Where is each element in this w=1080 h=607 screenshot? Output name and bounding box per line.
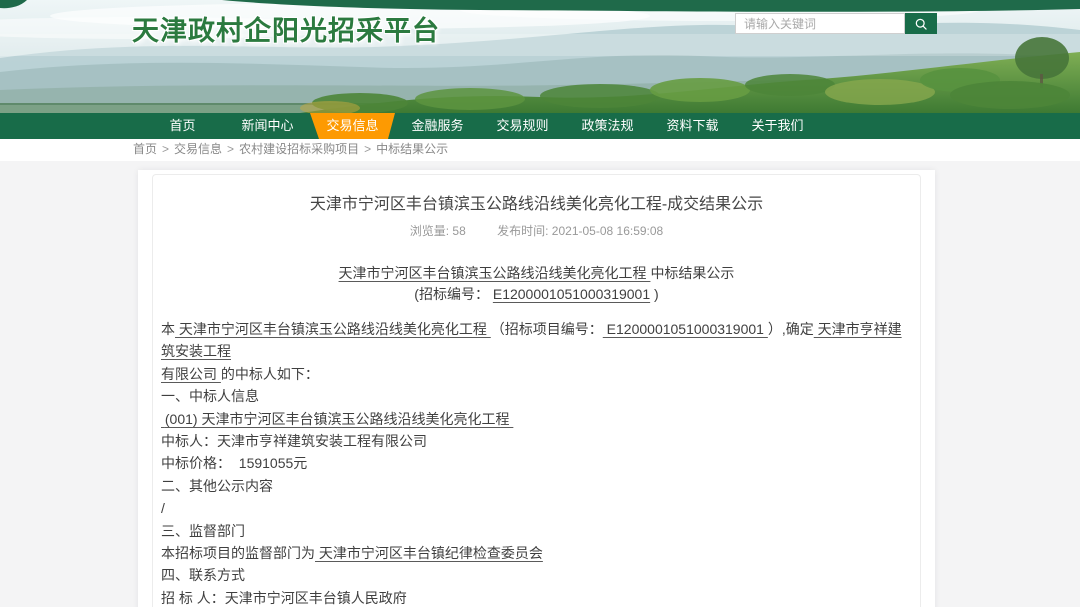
- text: 一、中标人信息: [161, 388, 259, 404]
- text: （招标项目编号：: [491, 321, 603, 337]
- article-meta: 浏览量: 58 发布时间: 2021-05-08 16:59:08: [161, 223, 912, 239]
- search-icon: [914, 17, 928, 31]
- text: 中标结果公示: [650, 265, 734, 281]
- publish-time: 发布时间: 2021-05-08 16:59:08: [497, 224, 663, 238]
- article-title: 天津市宁河区丰台镇滨玉公路线沿线美化亮化工程-成交结果公示: [161, 194, 912, 216]
- underlined-text: 天津市宁河区丰台镇滨玉公路线沿线美化亮化工程: [175, 321, 491, 337]
- nav-item-link[interactable]: 金融服务: [395, 113, 480, 139]
- article-line: 四、联系方式: [161, 564, 912, 586]
- article-subtitle: 天津市宁河区丰台镇滨玉公路线沿线美化亮化工程 中标结果公示(招标编号： E120…: [161, 263, 912, 305]
- article-inner-box: 天津市宁河区丰台镇滨玉公路线沿线美化亮化工程-成交结果公示 浏览量: 58 发布…: [152, 174, 921, 607]
- article-line: 本招标项目的监督部门为 天津市宁河区丰台镇纪律检查委员会: [161, 542, 912, 564]
- breadcrumb-item[interactable]: 首页: [133, 142, 157, 156]
- article-body: 本 天津市宁河区丰台镇滨玉公路线沿线美化亮化工程 （招标项目编号： E12000…: [161, 318, 912, 607]
- subtitle-line: 天津市宁河区丰台镇滨玉公路线沿线美化亮化工程 中标结果公示: [161, 263, 912, 284]
- nav-item-link[interactable]: 新闻中心: [225, 113, 310, 139]
- site-header: 天津政村企阳光招采平台: [0, 0, 1080, 113]
- underlined-text: 天津市宁河区丰台镇滨玉公路线沿线美化亮化工程: [339, 265, 651, 281]
- article-line: 招 标 人：天津市宁河区丰台镇人民政府: [161, 587, 912, 607]
- nav-item-link[interactable]: 政策法规: [565, 113, 650, 139]
- text: 招 标 人：天津市宁河区丰台镇人民政府: [161, 590, 407, 606]
- article-line: 有限公司 的中标人如下：: [161, 363, 912, 385]
- breadcrumb: 首页 > 交易信息 > 农村建设招标采购项目 > 中标结果公示: [0, 139, 1080, 161]
- nav-item-link[interactable]: 关于我们: [735, 113, 820, 139]
- underlined-text: E1200001051000319001: [493, 286, 650, 302]
- text: 三、监督部门: [161, 523, 245, 539]
- nav-item-active[interactable]: 交易信息: [310, 113, 395, 139]
- underlined-text: (001) 天津市宁河区丰台镇滨玉公路线沿线美化亮化工程: [161, 411, 513, 427]
- article-line: 中标价格： 1591055元: [161, 452, 912, 474]
- article-line: 中标人：天津市亨祥建筑安装工程有限公司: [161, 430, 912, 452]
- text: 本招标项目的监督部门为: [161, 545, 315, 561]
- breadcrumb-separator: >: [364, 142, 371, 156]
- breadcrumb-item[interactable]: 交易信息: [174, 142, 222, 156]
- underlined-text: 天津市宁河区丰台镇纪律检查委员会: [315, 545, 543, 561]
- search-button[interactable]: [905, 13, 937, 34]
- article-line: 一、中标人信息: [161, 385, 912, 407]
- text: ）,确定: [768, 321, 814, 337]
- breadcrumb-item[interactable]: 中标结果公示: [376, 142, 448, 156]
- article-line: 二、其他公示内容: [161, 475, 912, 497]
- text: (招标编号：: [414, 286, 493, 302]
- breadcrumb-item[interactable]: 农村建设招标采购项目: [239, 142, 359, 156]
- text: 中标人：天津市亨祥建筑安装工程有限公司: [161, 433, 427, 449]
- content-background: 天津市宁河区丰台镇滨玉公路线沿线美化亮化工程-成交结果公示 浏览量: 58 发布…: [0, 161, 1080, 607]
- underlined-text: E1200001051000319001: [603, 321, 768, 337]
- nav-item-link[interactable]: 资料下载: [650, 113, 735, 139]
- breadcrumb-separator: >: [227, 142, 234, 156]
- search-bar: [735, 13, 937, 34]
- nav-item-link[interactable]: 首页: [140, 113, 225, 139]
- site-title: 天津政村企阳光招采平台: [132, 9, 440, 48]
- text: /: [161, 500, 165, 516]
- article-line: 三、监督部门: [161, 520, 912, 542]
- views-count: 浏览量: 58: [410, 224, 466, 238]
- search-input[interactable]: [735, 13, 905, 34]
- text: 的中标人如下：: [221, 366, 319, 382]
- text: 四、联系方式: [161, 567, 245, 583]
- article-line: (001) 天津市宁河区丰台镇滨玉公路线沿线美化亮化工程: [161, 408, 912, 430]
- nav-item-link[interactable]: 交易规则: [480, 113, 565, 139]
- text: 二、其他公示内容: [161, 478, 273, 494]
- underlined-text: 有限公司: [161, 366, 221, 382]
- main-nav: 首页新闻中心交易信息金融服务交易规则政策法规资料下载关于我们: [0, 113, 1080, 139]
- text: ): [650, 286, 659, 302]
- text: 本: [161, 321, 175, 337]
- article-panel: 天津市宁河区丰台镇滨玉公路线沿线美化亮化工程-成交结果公示 浏览量: 58 发布…: [138, 170, 935, 607]
- text: 中标价格： 1591055元: [161, 455, 307, 471]
- article-line: /: [161, 497, 912, 519]
- subtitle-line: (招标编号： E1200001051000319001 ): [161, 284, 912, 305]
- article-line: 本 天津市宁河区丰台镇滨玉公路线沿线美化亮化工程 （招标项目编号： E12000…: [161, 318, 912, 363]
- breadcrumb-separator: >: [162, 142, 169, 156]
